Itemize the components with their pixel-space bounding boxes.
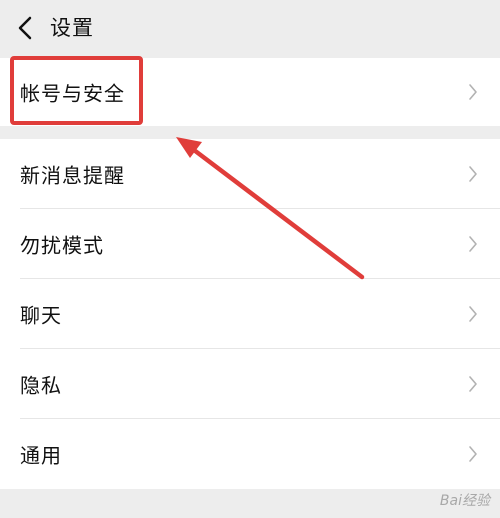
settings-screen: 设置 帐号与安全 新消息提醒 勿扰模式 聊天 隐私 通用 Bai经验 [0,0,500,518]
settings-item-label: 新消息提醒 [20,163,125,188]
settings-item-label: 勿扰模式 [20,233,104,258]
settings-item-chat[interactable]: 聊天 [0,279,500,349]
settings-group-general: 新消息提醒 勿扰模式 聊天 隐私 通用 [0,139,500,489]
chevron-right-icon [469,166,477,182]
settings-item-do-not-disturb[interactable]: 勿扰模式 [0,209,500,279]
chevron-right-icon [469,236,477,252]
settings-item-new-message-alerts[interactable]: 新消息提醒 [0,139,500,209]
watermark: Bai经验 [439,493,490,509]
chevron-right-icon [469,84,477,100]
highlight-box [10,56,143,125]
settings-item-label: 通用 [20,443,62,468]
navigation-bar: 设置 [0,0,500,56]
settings-item-label: 聊天 [20,303,62,328]
settings-item-label: 隐私 [20,373,62,398]
chevron-right-icon [469,446,477,462]
chevron-right-icon [469,306,477,322]
page-title: 设置 [50,16,94,40]
settings-item-general[interactable]: 通用 [0,419,500,489]
back-chevron-icon[interactable] [14,14,38,42]
chevron-right-icon [469,376,477,392]
settings-item-privacy[interactable]: 隐私 [0,349,500,419]
